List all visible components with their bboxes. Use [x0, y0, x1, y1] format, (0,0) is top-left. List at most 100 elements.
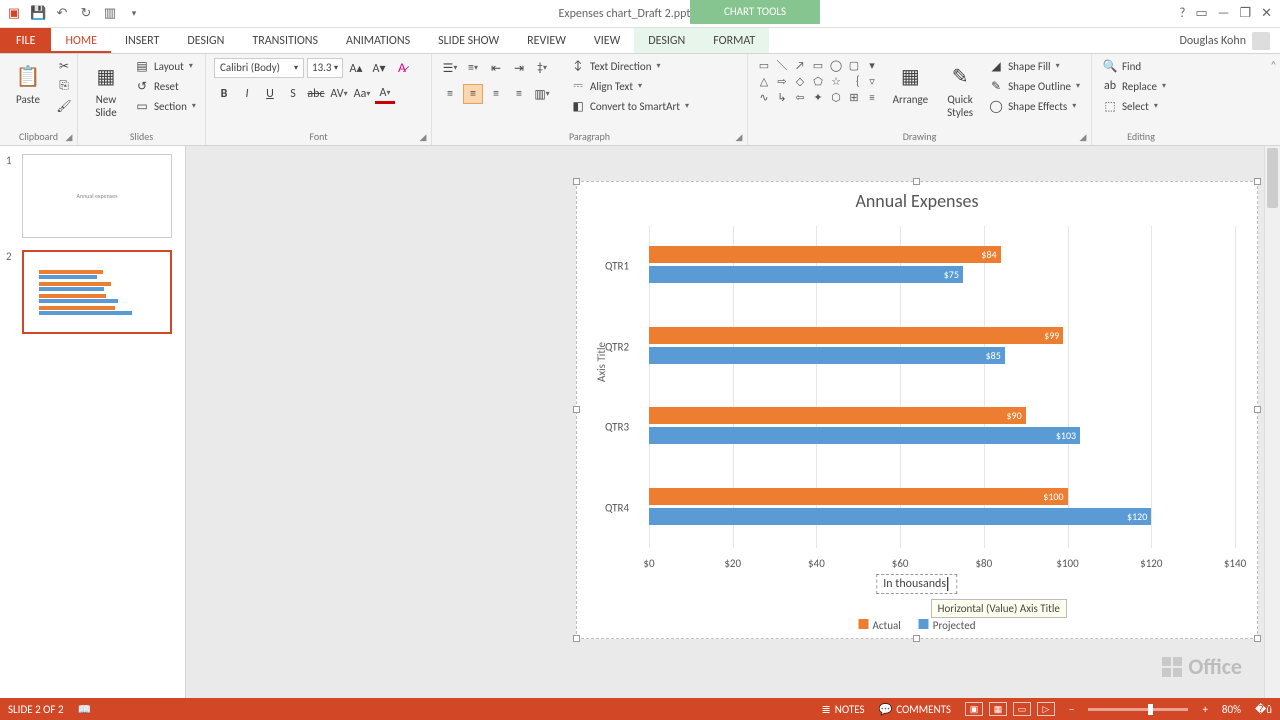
chart-plot-area[interactable]: $0$20$40$60$80$100$120$140QTR1$84$75QTR2…: [649, 226, 1235, 548]
chart-object[interactable]: Annual Expenses Axis Title $0$20$40$60$8…: [576, 181, 1258, 639]
shape-triangle-icon[interactable]: △: [756, 74, 772, 88]
shape-more-icon[interactable]: ▾: [864, 58, 880, 72]
shape-expand-icon[interactable]: ≡: [864, 90, 880, 104]
tab-file[interactable]: FILE: [0, 28, 51, 53]
qat-customize-icon[interactable]: ▾: [126, 6, 142, 22]
text-direction-button[interactable]: ↕Text Direction: [568, 58, 692, 74]
shape-pentagon-icon[interactable]: ⬠: [810, 74, 826, 88]
tab-animations[interactable]: ANIMATIONS: [332, 28, 424, 53]
shape-fill-button[interactable]: ◢Shape Fill: [986, 58, 1083, 74]
shape-star-icon[interactable]: ✦: [810, 90, 826, 104]
bar-actual-qtr4[interactable]: $100: [649, 488, 1068, 505]
shape-nav-icon[interactable]: ▿: [864, 74, 880, 88]
shape-oval-icon[interactable]: ◯: [828, 58, 844, 72]
columns-button[interactable]: ▥: [532, 84, 552, 104]
bar-projected-qtr3[interactable]: $103: [649, 427, 1080, 444]
copy-button[interactable]: ⎘: [54, 78, 74, 94]
notes-button[interactable]: ≣ NOTES: [822, 703, 865, 716]
spellcheck-icon[interactable]: 📖: [78, 703, 92, 716]
quick-styles-button[interactable]: ✎Quick Styles: [940, 58, 980, 123]
bar-actual-qtr2[interactable]: $99: [649, 327, 1063, 344]
align-center-button[interactable]: ≡: [463, 84, 483, 104]
tab-transitions[interactable]: TRANSITIONS: [238, 28, 332, 53]
slide-indicator[interactable]: SLIDE 2 OF 2: [8, 703, 64, 716]
justify-button[interactable]: ≡: [509, 84, 529, 104]
bold-button[interactable]: B: [214, 84, 234, 104]
save-icon[interactable]: 💾: [30, 6, 46, 22]
shape-rarrow-icon[interactable]: ⇨: [774, 74, 790, 88]
reading-view-icon[interactable]: ▭: [1013, 702, 1031, 716]
decrease-indent-button[interactable]: ⇤: [486, 58, 506, 78]
shape-arrow-icon[interactable]: ↗: [792, 58, 808, 72]
tab-review[interactable]: REVIEW: [513, 28, 580, 53]
vertical-scrollbar[interactable]: [1264, 146, 1280, 698]
slide-editor[interactable]: Annual Expenses Axis Title $0$20$40$60$8…: [186, 146, 1264, 698]
zoom-out-button[interactable]: −: [1069, 703, 1074, 716]
bullets-button[interactable]: ☰: [440, 58, 460, 78]
section-button[interactable]: ▭Section: [132, 98, 199, 114]
clear-formatting-button[interactable]: A̷: [392, 58, 412, 78]
shape-hex-icon[interactable]: ⬡: [828, 90, 844, 104]
shape-diamond-icon[interactable]: ◇: [792, 74, 808, 88]
fit-to-window-icon[interactable]: �û: [1255, 703, 1272, 716]
replace-button[interactable]: abReplace: [1100, 78, 1182, 94]
convert-smartart-button[interactable]: ◧Convert to SmartArt: [568, 98, 692, 114]
font-dialog-launcher[interactable]: ◢: [417, 131, 429, 143]
slide-thumbnail-1[interactable]: Annual expenses: [22, 154, 172, 238]
bar-projected-qtr4[interactable]: $120: [649, 508, 1151, 525]
ribbon-display-options-icon[interactable]: ▭: [1195, 6, 1207, 21]
tab-chart-design[interactable]: DESIGN: [634, 28, 699, 53]
format-painter-button[interactable]: 🖌: [54, 98, 74, 114]
slideshow-view-icon[interactable]: ▷: [1037, 702, 1055, 716]
tab-chart-format[interactable]: FORMAT: [699, 28, 769, 53]
grow-font-button[interactable]: A▴: [346, 58, 366, 78]
cut-button[interactable]: ✂: [54, 58, 74, 74]
shape-callout-icon[interactable]: ☆: [828, 74, 844, 88]
underline-button[interactable]: U: [260, 84, 280, 104]
zoom-slider[interactable]: [1088, 708, 1188, 711]
shape-outline-button[interactable]: ✎Shape Outline: [986, 78, 1083, 94]
collapse-ribbon-icon[interactable]: ^: [1271, 58, 1276, 71]
increase-indent-button[interactable]: ⇥: [509, 58, 529, 78]
chart-legend[interactable]: Actual Projected: [859, 619, 976, 632]
shape-misc-icon[interactable]: ⊞: [846, 90, 862, 104]
shape-curve-icon[interactable]: ∿: [756, 90, 772, 104]
legend-actual[interactable]: Actual: [859, 619, 901, 632]
change-case-button[interactable]: Aa: [352, 84, 372, 104]
numbering-button[interactable]: ≡: [463, 58, 483, 78]
shape-effects-button[interactable]: ◯Shape Effects: [986, 98, 1083, 114]
font-name-combo[interactable]: Calibri (Body)▾: [214, 58, 304, 78]
align-right-button[interactable]: ≡: [486, 84, 506, 104]
horizontal-axis-title-editing[interactable]: In thousands: [876, 574, 957, 594]
shape-roundrect-icon[interactable]: ▢: [846, 58, 862, 72]
shape-textbox-icon[interactable]: ▭: [756, 58, 772, 72]
tab-slideshow[interactable]: SLIDE SHOW: [424, 28, 513, 53]
comments-button[interactable]: 💬 COMMENTS: [879, 703, 951, 716]
restore-icon[interactable]: ❐: [1239, 6, 1251, 21]
bar-projected-qtr1[interactable]: $75: [649, 266, 963, 283]
arrange-button[interactable]: ▦Arrange: [887, 58, 934, 110]
align-left-button[interactable]: ≡: [440, 84, 460, 104]
tab-home[interactable]: HOME: [51, 28, 111, 53]
paragraph-dialog-launcher[interactable]: ◢: [733, 131, 745, 143]
shape-connector-icon[interactable]: ↳: [774, 90, 790, 104]
new-slide-button[interactable]: ▦ New Slide: [86, 58, 126, 123]
shrink-font-button[interactable]: A▾: [369, 58, 389, 78]
italic-button[interactable]: I: [237, 84, 257, 104]
shape-rect-icon[interactable]: ▭: [810, 58, 826, 72]
chart-title[interactable]: Annual Expenses: [577, 182, 1257, 212]
char-spacing-button[interactable]: AV: [329, 84, 349, 104]
signed-in-user[interactable]: Douglas Kohn: [1169, 28, 1280, 53]
find-button[interactable]: 🔍Find: [1100, 58, 1182, 74]
select-button[interactable]: ⬚Select: [1100, 98, 1182, 114]
start-from-beginning-icon[interactable]: ▥: [102, 6, 118, 22]
drawing-dialog-launcher[interactable]: ◢: [1077, 131, 1089, 143]
legend-projected[interactable]: Projected: [919, 619, 976, 632]
bar-actual-qtr1[interactable]: $84: [649, 246, 1001, 263]
clipboard-dialog-launcher[interactable]: ◢: [63, 131, 75, 143]
zoom-level[interactable]: 80%: [1222, 703, 1241, 716]
zoom-in-button[interactable]: +: [1202, 703, 1207, 716]
tab-insert[interactable]: INSERT: [111, 28, 173, 53]
line-spacing-button[interactable]: ‡: [532, 58, 552, 78]
redo-icon[interactable]: ↻: [78, 6, 94, 22]
